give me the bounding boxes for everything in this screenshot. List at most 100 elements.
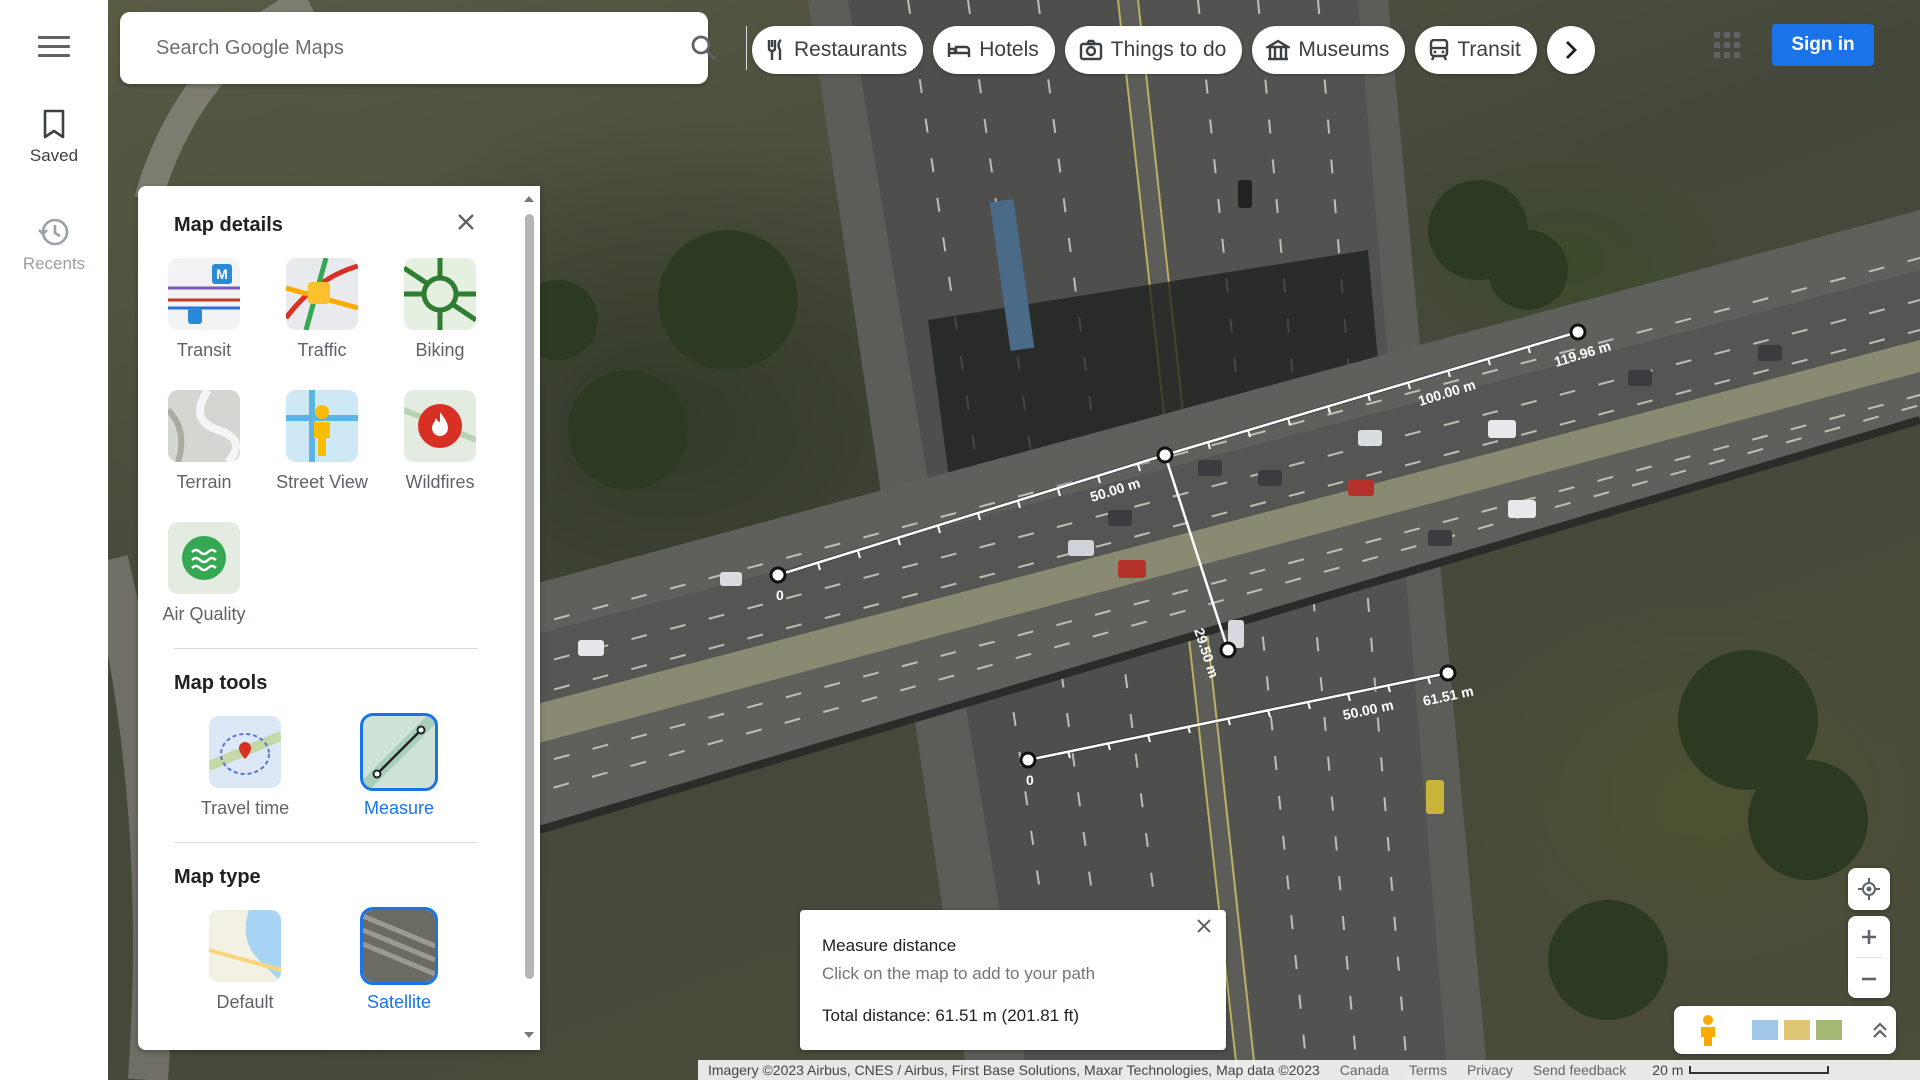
history-icon: [38, 218, 69, 246]
chip-things-to-do[interactable]: Things to do: [1064, 26, 1243, 74]
chips-next-button[interactable]: [1546, 26, 1595, 74]
minus-icon: [1862, 977, 1876, 980]
bookmark-icon: [43, 109, 65, 139]
my-location-icon: [1858, 878, 1880, 900]
zoom-control: [1848, 916, 1890, 998]
transit-thumb: M: [168, 258, 240, 330]
chevron-right-icon: [1565, 41, 1577, 59]
sign-in-button[interactable]: Sign in: [1772, 24, 1874, 66]
satellite-thumb: [360, 907, 438, 985]
tool-travel-time[interactable]: Travel time: [189, 716, 301, 819]
traffic-thumb: [286, 258, 358, 330]
attribution-bar: Imagery ©2023 Airbus, CNES / Airbus, Fir…: [698, 1060, 1920, 1080]
type-label: Default: [216, 992, 274, 1012]
measure-total: Total distance: 61.51 m (201.81 ft): [822, 1006, 1080, 1025]
travel-time-thumb: [209, 716, 281, 788]
default-thumb: [209, 910, 281, 982]
scroll-down-arrow-icon[interactable]: [524, 1030, 534, 1040]
plus-icon: [1862, 929, 1876, 944]
measure-thumb: [360, 713, 438, 791]
map-details-title: Map details: [174, 214, 283, 236]
chip-hotels[interactable]: Hotels: [933, 26, 1055, 74]
chip-museums[interactable]: Museums: [1252, 26, 1406, 74]
search-icon[interactable]: [690, 34, 718, 62]
detail-biking[interactable]: Biking: [384, 258, 496, 361]
terrain-thumb: [168, 390, 240, 462]
apps-grid-icon[interactable]: [1714, 32, 1740, 58]
detail-label: Street View: [276, 472, 368, 492]
detail-wildfires[interactable]: Wildfires: [384, 390, 496, 493]
scrollbar-thumb[interactable]: [525, 214, 534, 979]
scale-line: [1689, 1066, 1830, 1074]
menu-icon[interactable]: [38, 36, 70, 60]
chip-label: Restaurants: [794, 38, 908, 61]
museum-icon: [1266, 39, 1291, 61]
saved-button[interactable]: Saved: [0, 108, 108, 166]
send-feedback-link[interactable]: Send feedback: [1523, 1062, 1636, 1078]
scroll-up-arrow-icon[interactable]: [524, 194, 534, 204]
detail-street-view[interactable]: Street View: [266, 390, 378, 493]
detail-transit[interactable]: M Transit: [148, 258, 260, 361]
detail-traffic[interactable]: Traffic: [266, 258, 378, 361]
chip-restaurants[interactable]: Restaurants: [752, 26, 924, 74]
zoom-out-button[interactable]: [1848, 958, 1890, 999]
type-default[interactable]: Default: [189, 910, 301, 1013]
tool-label: Measure: [363, 798, 435, 818]
imagery-thumbnails[interactable]: [1752, 1018, 1842, 1042]
imagery-credit: Imagery ©2023 Airbus, CNES / Airbus, Fir…: [708, 1062, 1320, 1078]
chip-label: Transit: [1457, 38, 1521, 61]
measure-title: Measure distance: [822, 936, 957, 955]
my-location-button[interactable]: [1848, 868, 1890, 910]
fork-knife-icon: [766, 39, 786, 61]
svg-text:M: M: [216, 266, 228, 282]
panel-divider: [174, 648, 478, 649]
search-input[interactable]: [156, 36, 556, 60]
measure-label-start-2: 0: [1026, 772, 1034, 788]
map-type-title: Map type: [174, 866, 261, 888]
layers-strip: [1674, 1006, 1896, 1054]
search-box: [120, 12, 802, 84]
chip-label: Things to do: [1110, 38, 1227, 61]
detail-label: Air Quality: [162, 604, 246, 624]
country-link[interactable]: Canada: [1330, 1062, 1399, 1078]
detail-label: Biking: [415, 340, 465, 360]
map-tools-title: Map tools: [174, 672, 268, 694]
measure-hint: Click on the map to add to your path: [822, 964, 1096, 983]
detail-label: Traffic: [297, 340, 347, 360]
detail-label: Terrain: [176, 472, 232, 492]
tool-label: Travel time: [200, 798, 290, 818]
type-satellite[interactable]: Satellite: [343, 907, 455, 1013]
recents-button[interactable]: Recents: [0, 216, 108, 274]
train-icon: [1429, 39, 1449, 61]
bed-icon: [947, 41, 971, 59]
chip-transit[interactable]: Transit: [1415, 26, 1537, 74]
measure-distance-card: Measure distance Click on the map to add…: [800, 910, 1226, 1050]
panel-divider: [174, 842, 478, 843]
air-quality-thumb: [168, 522, 240, 594]
scale-bar[interactable]: 20 m: [1642, 1062, 1839, 1078]
measure-label-start-1: 0: [776, 587, 784, 603]
pegman-icon[interactable]: [1698, 1014, 1718, 1046]
search-divider: [746, 26, 747, 70]
chip-label: Museums: [1298, 38, 1390, 61]
privacy-link[interactable]: Privacy: [1457, 1062, 1523, 1078]
category-chips: Restaurants Hotels Things to do Museums …: [752, 26, 1595, 74]
detail-air-quality[interactable]: Air Quality: [148, 522, 260, 625]
zoom-in-button[interactable]: [1848, 916, 1890, 957]
scale-label: 20 m: [1652, 1062, 1684, 1078]
expand-up-icon[interactable]: [1872, 1021, 1888, 1039]
detail-terrain[interactable]: Terrain: [148, 390, 260, 493]
side-rail: Saved Recents: [0, 0, 108, 1080]
chip-label: Hotels: [979, 38, 1039, 61]
detail-label: Transit: [176, 340, 232, 360]
recents-label: Recents: [22, 254, 86, 273]
close-icon[interactable]: [1196, 918, 1212, 934]
tool-measure[interactable]: Measure: [343, 713, 455, 819]
street-view-thumb: [286, 390, 358, 462]
close-icon[interactable]: [456, 212, 476, 232]
panel-scrollbar[interactable]: [522, 214, 536, 1004]
detail-label: Wildfires: [405, 472, 475, 492]
camera-icon: [1079, 39, 1103, 61]
terms-link[interactable]: Terms: [1399, 1062, 1457, 1078]
biking-thumb: [404, 258, 476, 330]
